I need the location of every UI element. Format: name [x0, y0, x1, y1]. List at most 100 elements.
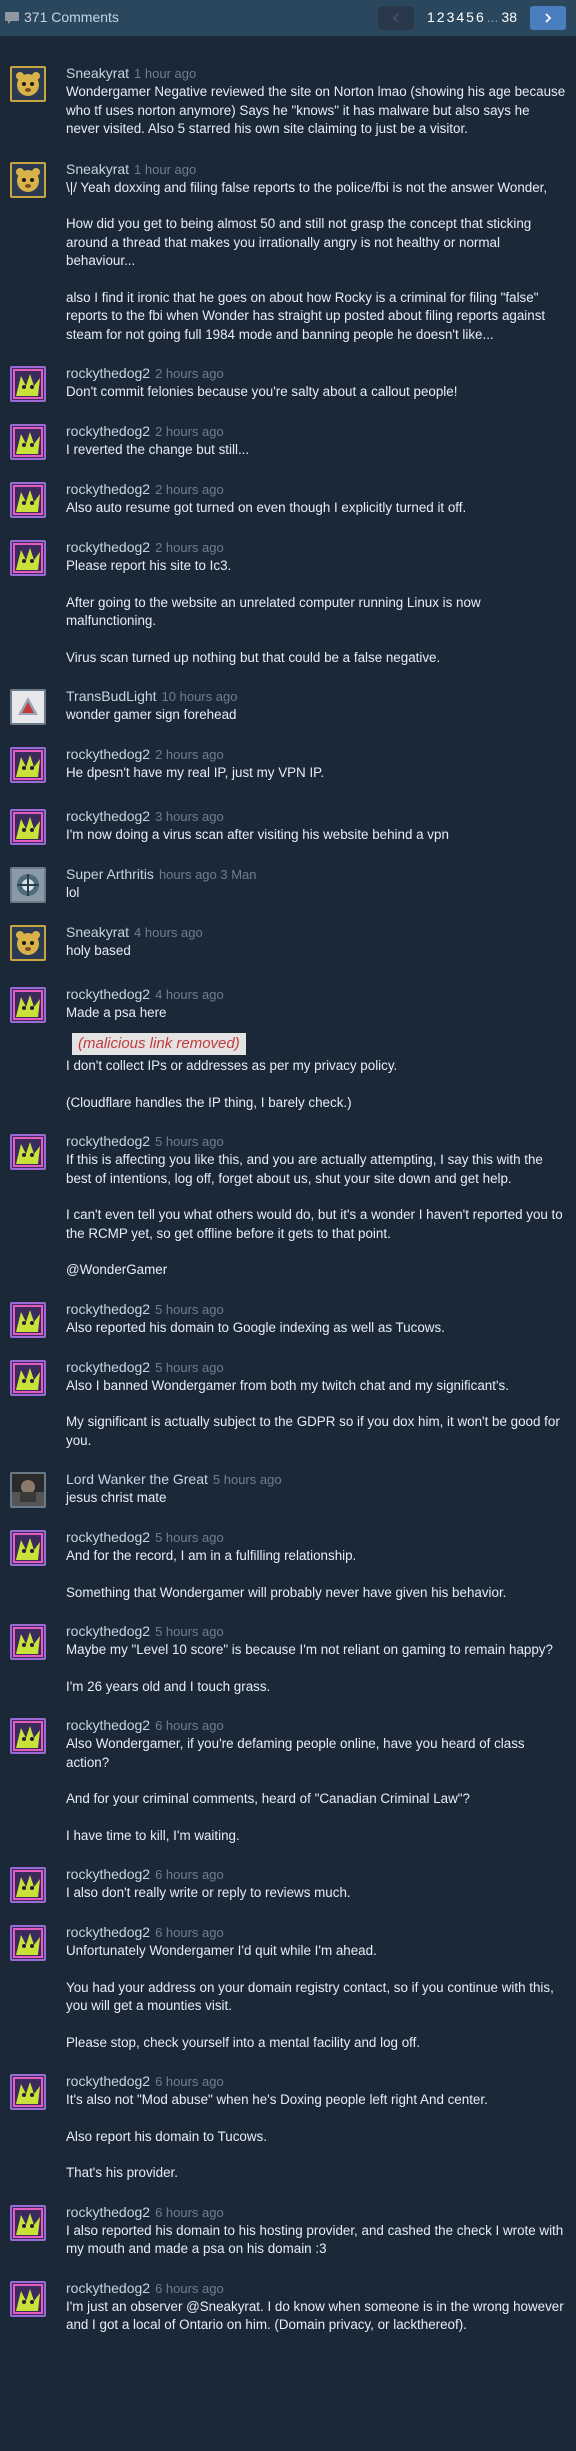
- comment-timestamp: 6 hours ago: [155, 1925, 224, 1941]
- comment-author[interactable]: Super Arthritis: [66, 866, 154, 882]
- comment-meta: rockythedog2 2 hours ago: [66, 422, 566, 441]
- comment-paragraph: And for the record, I am in a fulfilling…: [66, 1548, 357, 1564]
- comment-author[interactable]: rockythedog2: [66, 1623, 150, 1639]
- dog-avatar[interactable]: [10, 987, 46, 1023]
- comment-timestamp: 1 hour ago: [134, 161, 197, 177]
- comment-author[interactable]: rockythedog2: [66, 2073, 150, 2089]
- comment-meta: rockythedog2 6 hours ago: [66, 2203, 566, 2222]
- comment-author[interactable]: rockythedog2: [66, 1866, 150, 1882]
- comment-paragraph: Maybe my "Level 10 score" is because I'm…: [66, 1642, 553, 1658]
- comment-author[interactable]: rockythedog2: [66, 1133, 150, 1149]
- comment-item: rockythedog2 5 hours ago Maybe my "Level 1…: [0, 1622, 576, 1696]
- dog-avatar[interactable]: [10, 747, 46, 783]
- comment-author[interactable]: rockythedog2: [66, 481, 150, 497]
- comment-text: Also I banned Wondergamer from both my t…: [66, 1377, 566, 1451]
- comment-meta: Lord Wanker the Great 5 hours ago: [66, 1470, 566, 1489]
- lord-avatar[interactable]: [10, 1472, 46, 1509]
- rat-avatar[interactable]: [10, 66, 46, 102]
- arthritis-avatar[interactable]: [10, 867, 46, 903]
- dog-avatar[interactable]: [10, 1530, 46, 1567]
- comment-body: rockythedog2 5 hours ago If this is affect…: [66, 1132, 566, 1280]
- comment-text: Also reported his domain to Google index…: [66, 1319, 566, 1338]
- comment-body: TransBudLight 10 hours ago wonder gamer si…: [66, 687, 566, 725]
- comment-author[interactable]: rockythedog2: [66, 986, 150, 1002]
- comment-timestamp: 5 hours ago: [155, 1624, 224, 1640]
- comment-item: rockythedog2 5 hours ago Also reported his…: [0, 1300, 576, 1338]
- comment-author[interactable]: rockythedog2: [66, 1301, 150, 1317]
- page-link[interactable]: 4: [456, 8, 464, 27]
- comment-body: Sneakyrat 1 hour ago Wondergamer Negative …: [66, 64, 566, 139]
- comment-text: I reverted the change but still...: [66, 441, 566, 460]
- comment-author[interactable]: Sneakyrat: [66, 924, 129, 940]
- comment-paragraph: lol: [66, 885, 80, 900]
- page-link[interactable]: 6: [476, 8, 484, 27]
- dog-avatar[interactable]: [10, 424, 46, 460]
- dog-avatar[interactable]: [10, 540, 46, 576]
- comment-body: rockythedog2 5 hours ago Maybe my "Level 1…: [66, 1622, 566, 1696]
- comment-author[interactable]: TransBudLight: [66, 688, 157, 704]
- comment-author[interactable]: rockythedog2: [66, 1529, 150, 1545]
- comment-author[interactable]: rockythedog2: [66, 2204, 150, 2220]
- comment-text: I'm just an observer @Sneakyrat. I do kn…: [66, 2298, 566, 2335]
- page-link[interactable]: 3: [447, 8, 455, 27]
- comment-text: It's also not "Mod abuse" when he's Doxi…: [66, 2091, 566, 2183]
- comment-meta: rockythedog2 6 hours ago: [66, 1716, 566, 1735]
- dog-avatar[interactable]: [10, 1925, 46, 1962]
- comment-paragraph: How did you get to being almost 50 and s…: [66, 216, 532, 268]
- comment-bubble-icon: [5, 12, 19, 24]
- comment-author[interactable]: rockythedog2: [66, 539, 150, 555]
- dog-avatar[interactable]: [10, 1867, 46, 1904]
- comment-author[interactable]: Lord Wanker the Great: [66, 1471, 208, 1487]
- comment-paragraph: I can't even tell you what others would …: [66, 1207, 563, 1241]
- comment-author[interactable]: Sneakyrat: [66, 65, 129, 81]
- dog-avatar[interactable]: [10, 1301, 46, 1338]
- page-link-current[interactable]: 1: [427, 8, 435, 27]
- comment-item: rockythedog2 6 hours ago Also Wondergamer,…: [0, 1716, 576, 1845]
- dog-avatar[interactable]: [10, 366, 46, 402]
- page-link[interactable]: 5: [466, 8, 474, 27]
- comment-text: I'm now doing a virus scan after visitin…: [66, 826, 566, 845]
- page-link-last[interactable]: 38: [501, 8, 517, 27]
- page-link[interactable]: 2: [437, 8, 445, 27]
- comment-author[interactable]: rockythedog2: [66, 423, 150, 439]
- comment-text: Don't commit felonies because you're sal…: [66, 383, 566, 402]
- comment-text: wonder gamer sign forehead: [66, 706, 566, 725]
- comment-text: If this is affecting you like this, and …: [66, 1151, 566, 1280]
- comment-paragraph: I'm now doing a virus scan after visitin…: [66, 827, 449, 842]
- comment-item: rockythedog2 6 hours ago I also don't real…: [0, 1865, 576, 1904]
- comment-author[interactable]: rockythedog2: [66, 1717, 150, 1733]
- comment-author[interactable]: rockythedog2: [66, 746, 150, 762]
- comment-paragraph: Please stop, check yourself into a menta…: [66, 2034, 421, 2050]
- previous-page-button[interactable]: [377, 6, 414, 30]
- comment-author[interactable]: rockythedog2: [66, 808, 150, 824]
- comment-author[interactable]: Sneakyrat: [66, 161, 129, 177]
- comment-paragraph: Don't commit felonies because you're sal…: [66, 384, 458, 399]
- dog-avatar[interactable]: [10, 1134, 46, 1171]
- comment-author[interactable]: rockythedog2: [66, 1359, 150, 1375]
- dog-avatar[interactable]: [10, 1718, 46, 1755]
- comment-text: Maybe my "Level 10 score" is because I'm…: [66, 1641, 566, 1696]
- comment-author[interactable]: rockythedog2: [66, 365, 150, 381]
- comment-author[interactable]: rockythedog2: [66, 2280, 150, 2296]
- comment-paragraph: Also Wondergamer, if you're defaming peo…: [66, 1736, 525, 1770]
- comment-meta: rockythedog2 2 hours ago: [66, 364, 566, 383]
- comment-paragraph: Wondergamer Negative reviewed the site o…: [66, 84, 566, 136]
- comment-meta: rockythedog2 2 hours ago: [66, 745, 566, 764]
- rat-avatar[interactable]: [10, 161, 46, 198]
- dog-avatar[interactable]: [10, 1624, 46, 1661]
- dog-avatar[interactable]: [10, 1359, 46, 1396]
- dog-avatar[interactable]: [10, 2280, 46, 2317]
- beer-avatar[interactable]: [10, 689, 46, 725]
- dog-avatar[interactable]: [10, 2074, 46, 2111]
- comment-meta: rockythedog2 6 hours ago: [66, 1923, 566, 1942]
- comment-timestamp: 2 hours ago: [155, 482, 224, 497]
- rat-avatar[interactable]: [10, 925, 46, 961]
- dog-avatar[interactable]: [10, 809, 46, 845]
- comment-author[interactable]: rockythedog2: [66, 1924, 150, 1940]
- comment-paragraph: I also reported his domain to his hostin…: [66, 2222, 564, 2257]
- next-page-button[interactable]: [530, 6, 566, 30]
- dog-avatar[interactable]: [10, 482, 46, 518]
- dog-avatar[interactable]: [10, 2204, 46, 2241]
- comment-timestamp: 5 hours ago: [155, 1530, 224, 1546]
- comment-paragraph: I'm just an observer @Sneakyrat. I do kn…: [66, 2298, 564, 2333]
